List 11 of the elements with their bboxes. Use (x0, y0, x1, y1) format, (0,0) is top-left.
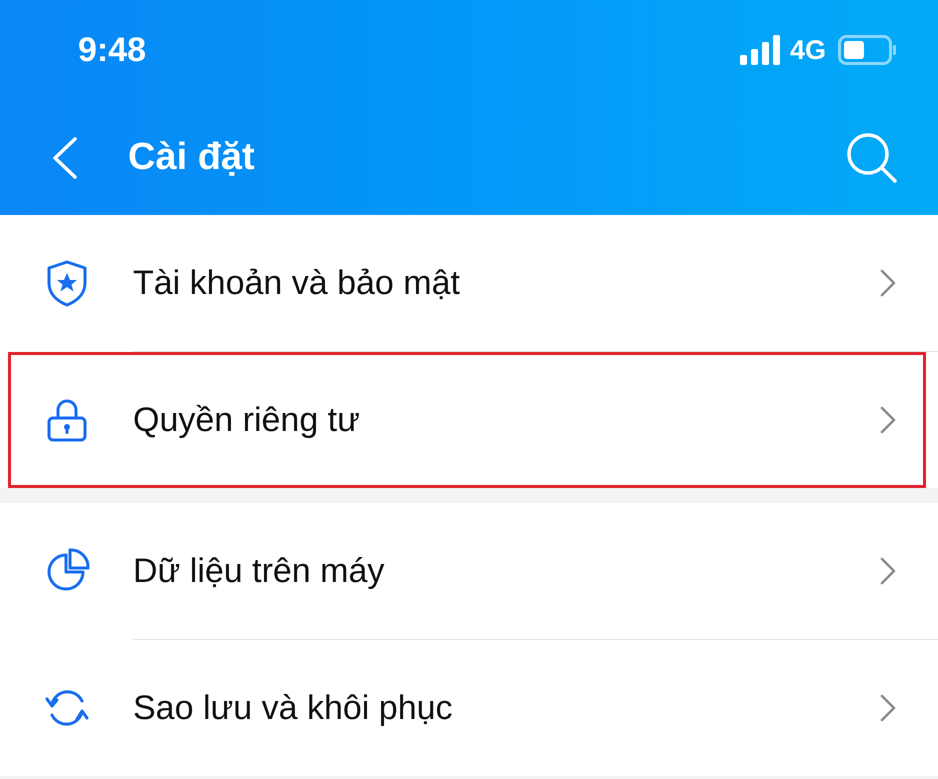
chevron-icon (880, 557, 896, 585)
battery-icon (838, 35, 898, 65)
network-type: 4G (790, 34, 826, 67)
signal-icon (740, 35, 782, 65)
chevron-icon (880, 269, 896, 297)
search-button[interactable] (846, 132, 898, 184)
page-title: Cài đặt (128, 135, 255, 180)
chevron-icon (880, 406, 896, 434)
back-button[interactable] (50, 136, 80, 180)
clock-time: 9:48 (78, 30, 146, 70)
chevron-icon (880, 694, 896, 722)
